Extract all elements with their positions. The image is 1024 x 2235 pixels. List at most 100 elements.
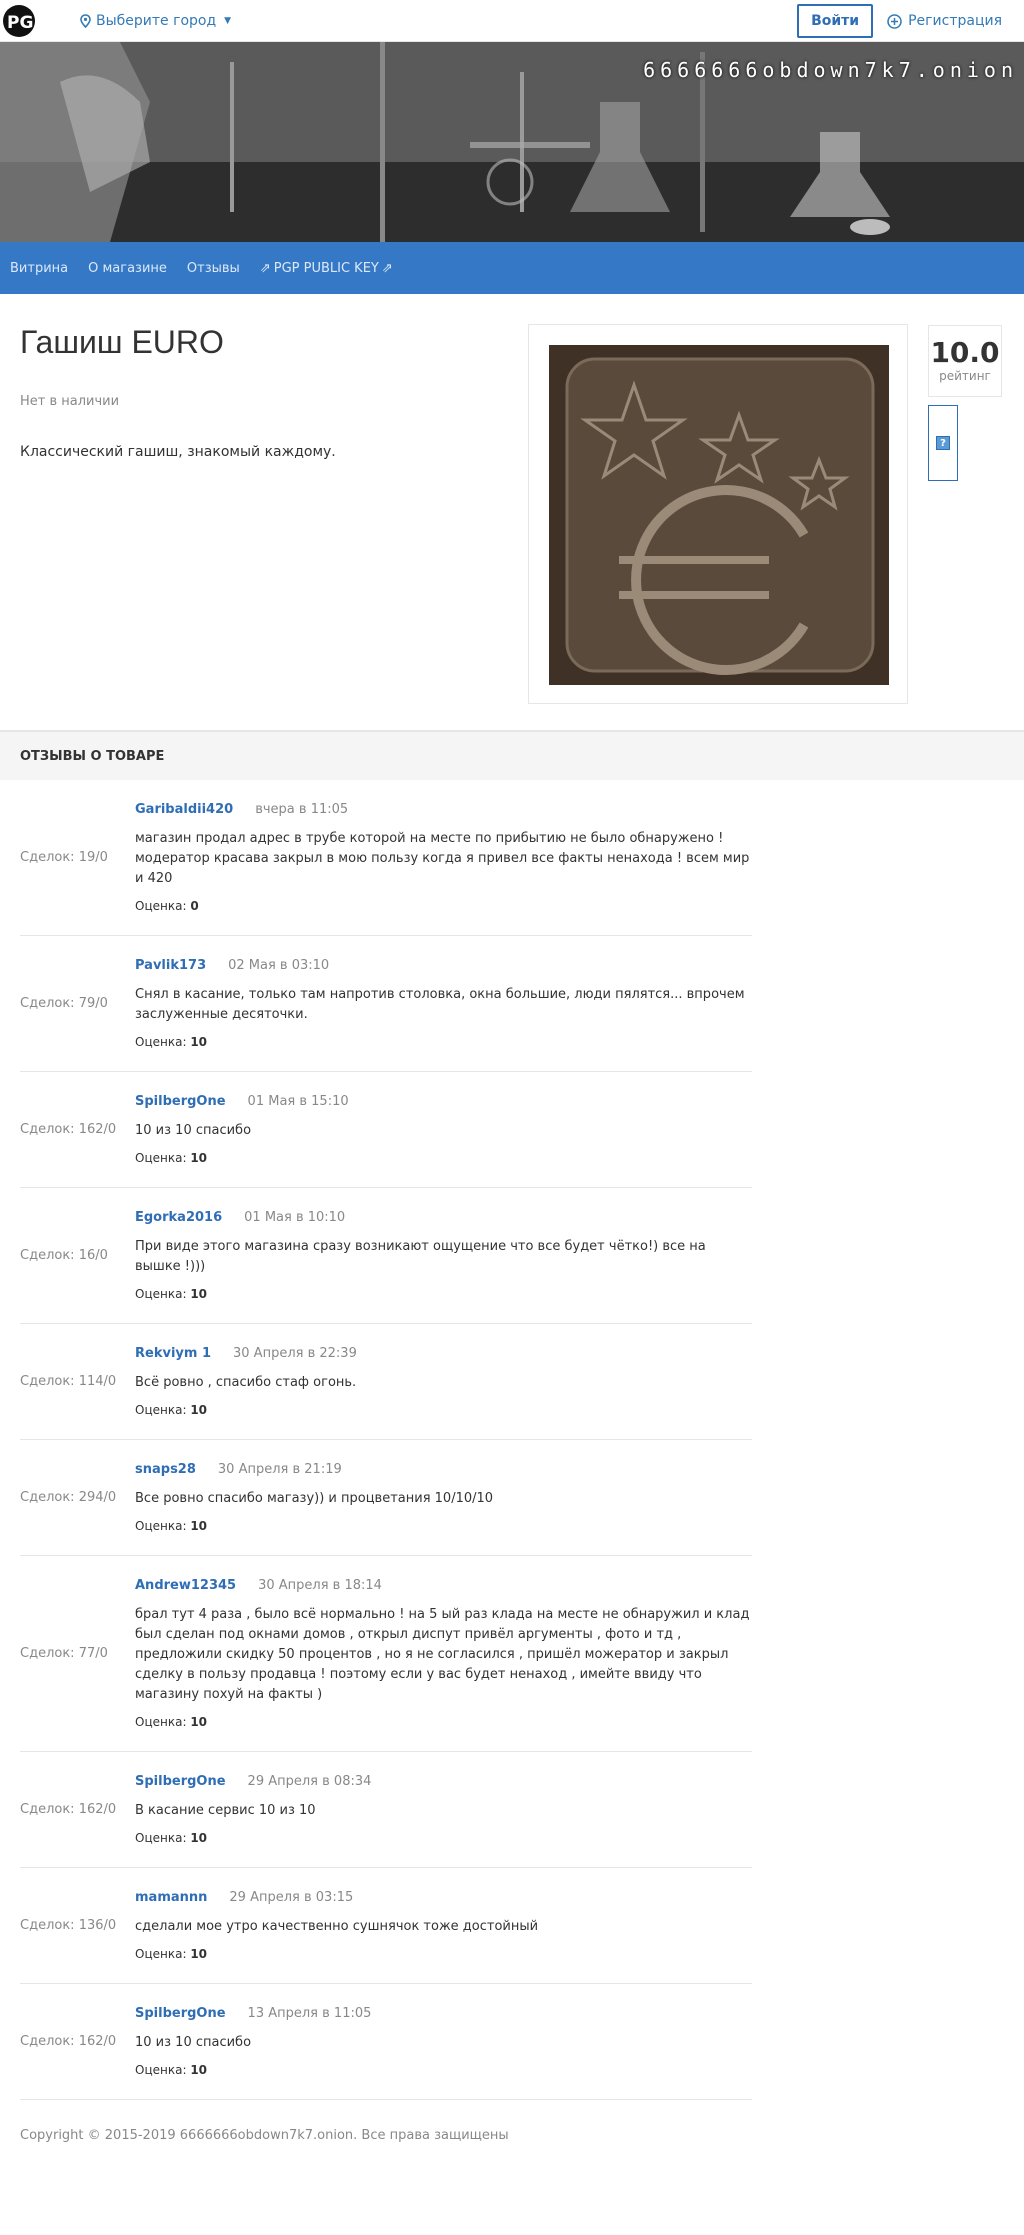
review-text: Всё ровно , спасибо стаф огонь. [135,1375,357,1390]
review-item: Сделок: 77/0 Andrew12345 30 Апреля в 18:1… [20,1556,752,1752]
top-bar: PG Выберите город ▼ Войти Регистрация [0,0,1024,42]
nav-item-reviews[interactable]: Отзывы [187,261,240,276]
score-value: 10 [190,1519,208,1533]
review-deals: Сделок: 16/0 [20,1248,108,1263]
link-icon: ⇗ [381,260,393,276]
review-deals: Сделок: 162/0 [20,2034,117,2049]
review-username[interactable]: Rekviym 1 [135,1346,211,1361]
review-item: Сделок: 162/0 SpilbergOne 13 Апреля в 11:… [20,1984,752,2100]
review-username[interactable]: SpilbergOne [135,2006,226,2021]
review-item: Сделок: 136/0 mamannn 29 Апреля в 03:15 с… [20,1868,752,1984]
nav-item-about[interactable]: О магазине [88,261,167,276]
review-username[interactable]: snaps28 [135,1462,196,1477]
product-title: Гашиш EURO [20,324,224,360]
review-item: Сделок: 162/0 SpilbergOne 29 Апреля в 08:… [20,1752,752,1868]
review-date: 30 Апреля в 22:39 [233,1346,357,1361]
review-score: Оценка: 10 [135,1287,752,1301]
score-label: Оценка: [135,2063,187,2077]
review-deals: Сделок: 162/0 [20,1802,117,1817]
review-deals: Сделок: 294/0 [20,1490,117,1505]
reviews-list: Сделок: 19/0 Garibaldii420 вчера в 11:05 … [0,780,772,2100]
review-text: Снял в касание, только там напротив стол… [135,987,745,1022]
onion-address: 6666666obdown7k7.onion [643,58,1018,82]
register-link[interactable]: Регистрация [887,13,1002,29]
review-text: брал тут 4 раза , было всё нормально ! н… [135,1607,750,1702]
review-deals: Сделок: 77/0 [20,1646,108,1661]
review-text: сделали мое утро качественно сушнячок то… [135,1919,539,1934]
rating-value: 10.0 [930,336,1000,369]
review-text: магазин продал адрес в трубе которой на … [135,831,750,886]
review-text: В касание сервис 10 из 10 [135,1803,316,1818]
footer-copyright: Copyright © 2015-2019 6666666obdown7k7.o… [20,2128,509,2143]
review-deals: Сделок: 162/0 [20,1122,117,1137]
score-label: Оценка: [135,1403,187,1417]
review-item: Сделок: 16/0 Egorka2016 01 Мая в 10:10 Пр… [20,1188,752,1324]
score-label: Оценка: [135,1519,187,1533]
review-score: Оценка: 10 [135,2063,752,2077]
review-text: 10 из 10 спасибо [135,2035,252,2050]
site-logo[interactable]: PG [0,0,42,42]
logo-icon: PG [3,4,35,37]
reviews-header: ОТЗЫВЫ О ТОВАРЕ [0,730,1024,780]
review-username[interactable]: SpilbergOne [135,1094,226,1109]
stock-status: Нет в наличии [20,394,120,409]
review-username[interactable]: Pavlik173 [135,958,206,973]
register-label: Регистрация [908,13,1002,29]
review-deals: Сделок: 136/0 [20,1918,117,1933]
score-label: Оценка: [135,1035,187,1049]
product-description: Классический гашиш, знакомый каждому. [20,444,336,460]
product-section: Гашиш EURO Нет в наличии Классический га… [0,294,1024,730]
score-label: Оценка: [135,1947,187,1961]
review-username[interactable]: Garibaldii420 [135,802,233,817]
main-nav: Витрина О магазине Отзывы ⇗ PGP PUBLIC K… [0,242,1024,294]
score-label: Оценка: [135,899,187,913]
review-score: Оценка: 10 [135,1035,752,1049]
review-deals: Сделок: 114/0 [20,1374,117,1389]
review-date: 02 Мая в 03:10 [228,958,330,973]
score-value: 10 [190,1715,208,1729]
help-button[interactable]: ? [928,405,958,481]
review-item: Сделок: 79/0 Pavlik173 02 Мая в 03:10 Сня… [20,936,752,1072]
product-image [549,345,889,685]
review-text: Все ровно спасибо магазу)) и процветания… [135,1491,494,1506]
score-value: 0 [190,899,199,913]
hero-banner: 6666666obdown7k7.onion [0,42,1024,242]
review-date: 29 Апреля в 03:15 [229,1890,354,1905]
review-date: 01 Мая в 15:10 [247,1094,349,1109]
review-item: Сделок: 114/0 Rekviym 1 30 Апреля в 22:39… [20,1324,752,1440]
score-value: 10 [190,1947,208,1961]
review-date: вчера в 11:05 [255,802,349,817]
review-date: 30 Апреля в 21:19 [217,1462,342,1477]
review-text: 10 из 10 спасибо [135,1123,252,1138]
review-username[interactable]: Andrew12345 [135,1578,236,1593]
score-value: 10 [190,2063,208,2077]
review-deals: Сделок: 79/0 [20,996,108,1011]
map-pin-icon [80,13,91,28]
review-score: Оценка: 10 [135,1403,752,1417]
city-selector[interactable]: Выберите город ▼ [80,13,231,29]
review-username[interactable]: Egorka2016 [135,1210,222,1225]
score-label: Оценка: [135,1831,187,1845]
review-date: 01 Мая в 10:10 [244,1210,346,1225]
plus-circle-icon [887,13,902,29]
score-value: 10 [190,1831,208,1845]
review-deals: Сделок: 19/0 [20,850,108,865]
score-label: Оценка: [135,1151,187,1165]
login-button[interactable]: Войти [797,4,874,38]
nav-item-showcase[interactable]: Витрина [10,261,68,276]
chevron-down-icon: ▼ [224,15,232,26]
nav-item-pgp-key[interactable]: ⇗ PGP PUBLIC KEY ⇗ [260,261,393,276]
score-value: 10 [190,1403,208,1417]
question-icon: ? [936,436,950,450]
rating-box: 10.0 рейтинг [928,325,1002,397]
review-score: Оценка: 10 [135,1151,752,1165]
review-date: 13 Апреля в 11:05 [247,2006,372,2021]
review-score: Оценка: 10 [135,1947,752,1961]
review-score: Оценка: 10 [135,1519,752,1533]
review-username[interactable]: SpilbergOne [135,1774,226,1789]
review-item: Сделок: 19/0 Garibaldii420 вчера в 11:05 … [20,780,752,936]
product-image-frame[interactable] [528,324,908,704]
review-username[interactable]: mamannn [135,1890,207,1905]
link-icon: ⇗ [259,260,271,276]
review-score: Оценка: 0 [135,899,752,913]
